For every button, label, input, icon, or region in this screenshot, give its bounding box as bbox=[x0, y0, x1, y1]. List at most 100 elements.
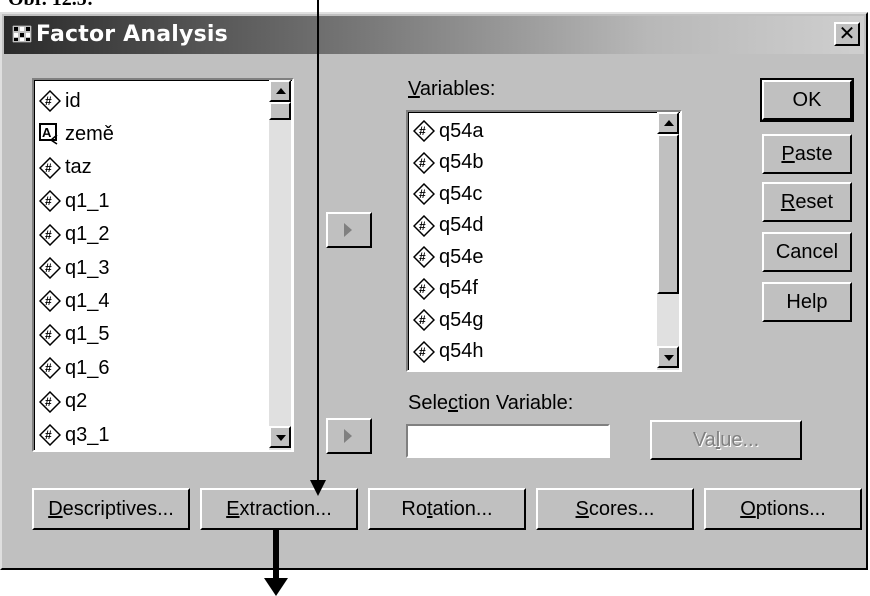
svg-text:#: # bbox=[45, 395, 52, 409]
move-to-variables-button[interactable] bbox=[326, 212, 372, 248]
source-variable-item[interactable]: # q3_1 bbox=[39, 419, 110, 450]
window-title: Factor Analysis bbox=[36, 22, 228, 47]
svg-text:#: # bbox=[419, 313, 426, 327]
descriptives-button[interactable]: Descriptives... bbox=[32, 488, 190, 530]
rotation-button[interactable]: Ro t ation... bbox=[368, 488, 526, 530]
scroll-down-button[interactable] bbox=[657, 346, 679, 368]
scale-variable-icon: # bbox=[413, 120, 435, 142]
scale-variable-icon: # bbox=[413, 309, 435, 331]
scale-variable-icon: # bbox=[39, 190, 61, 213]
selected-variable-item[interactable]: # q54f bbox=[413, 273, 478, 305]
scroll-thumb[interactable] bbox=[657, 134, 679, 294]
extraction-button[interactable]: Extraction... bbox=[200, 488, 358, 530]
variables-list-content: # q54a # q54b # q54c # q54d # q54e # q54f # q54g # q54h bbox=[408, 112, 680, 370]
figure-caption: Obr. 12.5: bbox=[8, 0, 93, 11]
source-variable-item[interactable]: # q1_6 bbox=[39, 352, 110, 384]
ok-button[interactable]: OK bbox=[760, 78, 854, 122]
scroll-down-button[interactable] bbox=[269, 426, 291, 448]
svg-text:A: A bbox=[42, 125, 52, 140]
variable-name: q3_1 bbox=[65, 423, 110, 446]
selected-variable-item[interactable]: # q54b bbox=[413, 147, 484, 179]
move-to-selection-button[interactable] bbox=[326, 418, 372, 454]
variable-name: q54a bbox=[439, 119, 484, 142]
variables-label: Variables: bbox=[408, 78, 496, 100]
variables-list-scrollbar[interactable] bbox=[657, 112, 679, 370]
scroll-up-button[interactable] bbox=[269, 80, 291, 102]
variable-name: q54b bbox=[439, 151, 484, 173]
variable-name: q54c bbox=[439, 182, 483, 205]
source-variable-item[interactable]: # q2 bbox=[39, 386, 87, 418]
paste-button[interactable]: Paste bbox=[762, 134, 852, 174]
selected-variable-item[interactable]: # q54h bbox=[413, 336, 484, 368]
scale-variable-icon: # bbox=[413, 183, 435, 205]
string-variable-icon: A bbox=[39, 123, 58, 146]
svg-text:#: # bbox=[419, 282, 426, 296]
close-icon: ✕ bbox=[838, 21, 856, 45]
scale-variable-icon: # bbox=[413, 151, 435, 174]
svg-text:#: # bbox=[45, 94, 52, 108]
variable-name: země bbox=[65, 122, 114, 145]
variables-list[interactable]: # q54a # q54b # q54c # q54d # q54e # q54f # q54g # q54h bbox=[406, 110, 682, 372]
scale-variable-icon: # bbox=[413, 214, 435, 237]
svg-text:#: # bbox=[45, 294, 52, 308]
svg-text:#: # bbox=[45, 194, 52, 208]
scale-variable-icon: # bbox=[39, 223, 61, 246]
scroll-up-button[interactable] bbox=[657, 112, 679, 134]
variable-name: q1_6 bbox=[65, 356, 110, 379]
source-variable-item[interactable]: # q1_2 bbox=[39, 219, 110, 251]
scale-variable-icon: # bbox=[39, 390, 61, 413]
svg-text:#: # bbox=[45, 428, 52, 442]
variable-name: q1_2 bbox=[65, 223, 110, 246]
svg-text:#: # bbox=[45, 228, 52, 242]
svg-text:#: # bbox=[45, 261, 52, 275]
selected-variable-item[interactable]: # q54e bbox=[413, 241, 484, 273]
variable-name: q54g bbox=[439, 308, 484, 331]
source-variable-item[interactable]: # q1_4 bbox=[39, 285, 110, 317]
source-variable-list[interactable]: # id Azemě # taz # q1_1 # q1_2 # q1_3 # q1_4 # q1_5 # q1… bbox=[32, 78, 294, 452]
svg-text:#: # bbox=[45, 361, 52, 375]
cancel-button[interactable]: Cancel bbox=[762, 232, 852, 272]
close-button[interactable]: ✕ bbox=[834, 22, 860, 46]
source-variable-item[interactable]: Azemě bbox=[39, 118, 114, 150]
scroll-thumb[interactable] bbox=[269, 102, 291, 120]
title-bar: Factor Analysis ✕ bbox=[4, 16, 864, 54]
source-variable-item[interactable]: # id bbox=[39, 85, 81, 117]
selection-variable-label: Selection Variable: bbox=[408, 392, 574, 414]
scale-variable-icon: # bbox=[39, 257, 61, 279]
variable-name: q54e bbox=[439, 245, 484, 268]
source-variable-item[interactable]: # q1_1 bbox=[39, 185, 110, 217]
value-button[interactable]: Va l ue... bbox=[650, 420, 802, 460]
selected-variable-item[interactable]: # q54d bbox=[413, 210, 484, 242]
variable-name: q1_3 bbox=[65, 256, 110, 279]
scale-variable-icon: # bbox=[413, 277, 435, 300]
source-variable-item[interactable]: # taz bbox=[39, 152, 92, 184]
svg-text:#: # bbox=[419, 187, 426, 201]
scale-variable-icon: # bbox=[413, 246, 435, 268]
factor-analysis-dialog: Factor Analysis ✕ # id Azemě # taz # q1_1 # q1_2… bbox=[0, 12, 868, 570]
svg-text:#: # bbox=[419, 250, 426, 264]
help-button[interactable]: Help bbox=[762, 282, 852, 322]
source-variable-item[interactable]: # q1_3 bbox=[39, 252, 110, 284]
svg-text:#: # bbox=[419, 124, 426, 138]
scores-button[interactable]: Scores... bbox=[536, 488, 694, 530]
scale-variable-icon: # bbox=[39, 156, 61, 179]
source-list-scrollbar[interactable] bbox=[269, 80, 291, 450]
scale-variable-icon: # bbox=[39, 357, 61, 380]
variable-name: q54h bbox=[439, 340, 484, 362]
selected-variable-item[interactable]: # q54c bbox=[413, 178, 482, 210]
selected-variable-item[interactable]: # q54a bbox=[413, 115, 484, 147]
variable-name: q54f bbox=[439, 277, 478, 299]
source-variable-item[interactable]: # q1_5 bbox=[39, 319, 110, 351]
variable-name: q1_5 bbox=[65, 323, 110, 346]
variable-name: q54d bbox=[439, 214, 484, 236]
svg-text:#: # bbox=[419, 219, 426, 233]
thick-arrow-head bbox=[264, 578, 288, 596]
svg-text:#: # bbox=[419, 345, 426, 359]
options-button[interactable]: Options... bbox=[704, 488, 862, 530]
variable-name: taz bbox=[65, 156, 92, 179]
variable-name: q1_1 bbox=[65, 189, 110, 212]
selection-variable-field[interactable] bbox=[406, 424, 610, 458]
selected-variable-item[interactable]: # q54g bbox=[413, 304, 484, 336]
source-list-content: # id Azemě # taz # q1_1 # q1_2 # q1_3 # q1_4 # q1_5 # q1… bbox=[34, 80, 292, 450]
reset-button[interactable]: Reset bbox=[762, 182, 852, 222]
